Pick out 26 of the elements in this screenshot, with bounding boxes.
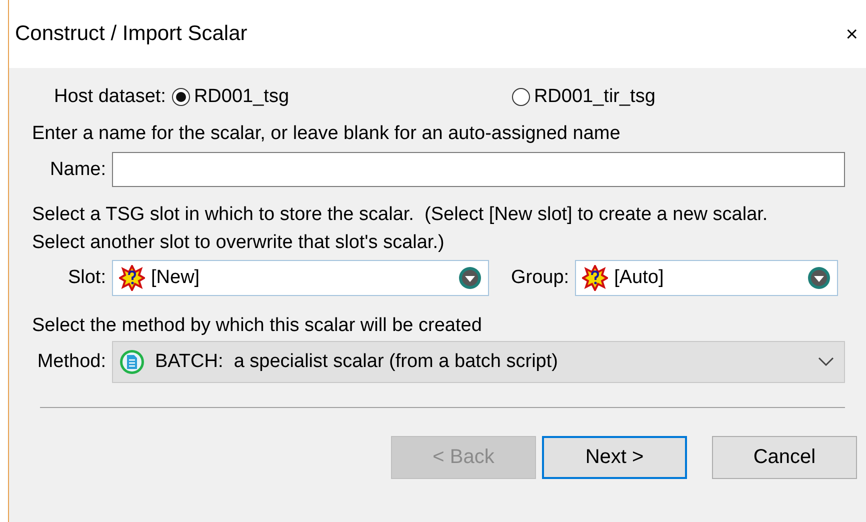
name-field[interactable] <box>112 152 845 187</box>
radio-label[interactable]: RD001_tir_tsg <box>534 86 656 108</box>
wizard-button[interactable]: Cancel <box>712 436 857 479</box>
question-star-icon <box>119 265 145 291</box>
instruction-text: Select the method by which this scalar will be created <box>32 314 483 338</box>
radio-button[interactable] <box>512 88 530 106</box>
instruction-text: Enter a name for the scalar, or leave blank for an auto-assigned name <box>32 122 622 146</box>
host-label: Host dataset: <box>54 86 166 108</box>
radio-button[interactable] <box>172 88 190 106</box>
window-title: Construct / Import Scalar <box>15 22 248 46</box>
dropdown-icon[interactable] <box>458 266 482 290</box>
wizard-button[interactable]: Next > <box>542 436 687 479</box>
radio-label[interactable]: RD001_tsg <box>194 86 290 108</box>
combo-box[interactable]: [Auto] <box>575 260 838 296</box>
combo-box[interactable]: [New] <box>112 260 489 296</box>
document-icon <box>119 349 145 375</box>
method-dropdown[interactable]: BATCH: a specialist scalar (from a batch script) <box>112 341 845 383</box>
chevron-down-icon <box>818 357 834 367</box>
field-label: Slot: <box>66 267 107 289</box>
dropdown-icon[interactable] <box>807 266 832 290</box>
instruction-text: Select a TSG slot in which to store the scalar. (Select [New slot] to create a new scalar. Select another slot to overwrite that slot's scalar.) <box>32 203 769 255</box>
field-label: Name: <box>49 158 107 180</box>
field-label: Group: <box>511 267 570 289</box>
question-star-icon <box>582 265 608 291</box>
close-button[interactable]: × <box>846 24 858 44</box>
field-label: Method: <box>36 351 107 373</box>
